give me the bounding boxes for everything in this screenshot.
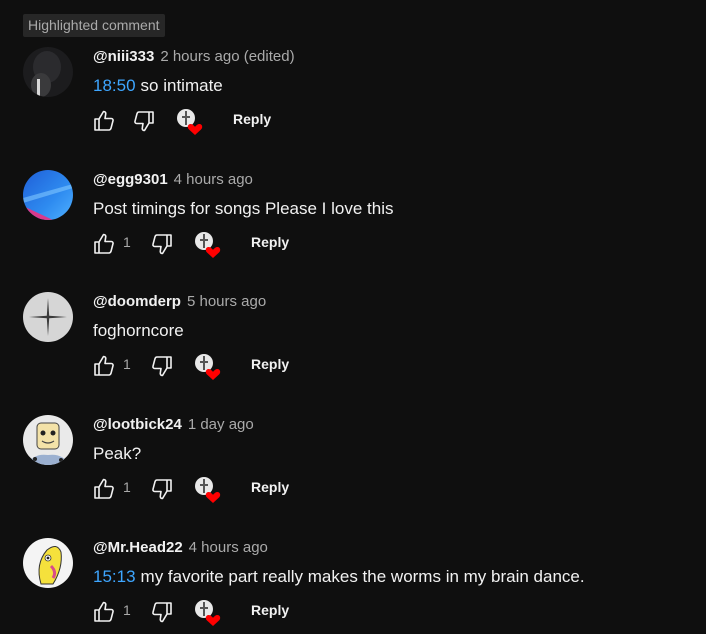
comment-item: @doomderp 5 hours ago foghorncore 1 Reply — [0, 292, 706, 414]
highlighted-comment-badge: Highlighted comment — [23, 14, 165, 37]
comment-header: @niii333 2 hours ago (edited) — [93, 48, 295, 65]
avatar[interactable] — [23, 415, 73, 465]
comment-header: @egg9301 4 hours ago — [93, 171, 253, 188]
like-button[interactable] — [90, 107, 118, 135]
creator-heart-badge — [192, 351, 224, 383]
like-button[interactable] — [90, 598, 118, 626]
creator-heart-icon — [195, 354, 221, 380]
comment-text: 15:13 my favorite part really makes the w… — [93, 567, 585, 587]
creator-heart-icon — [177, 109, 203, 135]
video-timestamp-link[interactable]: 18:50 — [93, 76, 136, 95]
video-timestamp-link[interactable]: 15:13 — [93, 567, 136, 586]
comment-item: @Mr.Head22 4 hours ago 15:13 my favorite p… — [0, 538, 706, 634]
thumbs-down-icon — [152, 602, 172, 623]
reply-button[interactable]: Reply — [251, 479, 289, 495]
creator-heart-badge — [192, 229, 224, 261]
comment-time[interactable]: 4 hours ago — [189, 539, 268, 556]
comment-actions: 1 Reply — [90, 475, 350, 503]
dislike-button[interactable] — [148, 230, 176, 258]
comment-text: 18:50 so intimate — [93, 76, 223, 96]
comments-section: Highlighted comment @niii333 2 hours ago … — [0, 0, 706, 634]
comment-body: so intimate — [140, 76, 223, 95]
like-button[interactable] — [90, 230, 118, 258]
comment-actions: 1 Reply — [90, 230, 350, 258]
like-button[interactable] — [90, 475, 118, 503]
dislike-button[interactable] — [148, 475, 176, 503]
creator-heart-icon — [195, 232, 221, 258]
like-count: 1 — [123, 234, 131, 250]
comment-text: Post timings for songs Please I love thi… — [93, 199, 393, 219]
creator-heart-icon — [195, 477, 221, 503]
avatar[interactable] — [23, 292, 73, 342]
reply-button[interactable]: Reply — [251, 602, 289, 618]
reply-button[interactable]: Reply — [251, 356, 289, 372]
author-name[interactable]: @doomderp — [93, 293, 181, 310]
author-name[interactable]: @lootbick24 — [93, 416, 182, 433]
comment-actions: 1 Reply — [90, 598, 350, 626]
creator-heart-badge — [174, 106, 206, 138]
comment-body: my favorite part really makes the worms … — [140, 567, 585, 586]
thumbs-down-icon — [152, 234, 172, 255]
dislike-button[interactable] — [148, 352, 176, 380]
comment-time[interactable]: 2 hours ago (edited) — [160, 48, 294, 65]
comment-body: foghorncore — [93, 321, 184, 340]
dislike-button[interactable] — [148, 598, 176, 626]
author-name[interactable]: @niii333 — [93, 48, 154, 65]
thumbs-up-icon — [94, 478, 114, 499]
like-count: 1 — [123, 479, 131, 495]
comment-actions: Reply — [90, 107, 350, 135]
comment-body: Post timings for songs Please I love thi… — [93, 199, 394, 218]
comment-header: @doomderp 5 hours ago — [93, 293, 266, 310]
comment-item: @niii333 2 hours ago (edited) 18:50 so int… — [0, 47, 706, 169]
thumbs-up-icon — [94, 110, 114, 131]
dislike-button[interactable] — [130, 107, 158, 135]
comment-text: Peak? — [93, 444, 141, 464]
thumbs-down-icon — [152, 479, 172, 500]
comment-body: Peak? — [93, 444, 142, 463]
comment-time[interactable]: 5 hours ago — [187, 293, 266, 310]
comment-actions: 1 Reply — [90, 352, 350, 380]
comment-text: foghorncore — [93, 321, 184, 341]
comment-item: @egg9301 4 hours ago Post timings for son… — [0, 170, 706, 292]
avatar[interactable] — [23, 538, 73, 588]
author-name[interactable]: @Mr.Head22 — [93, 539, 183, 556]
thumbs-up-icon — [94, 601, 114, 622]
avatar[interactable] — [23, 170, 73, 220]
like-count: 1 — [123, 356, 131, 372]
blue-gradient-avatar-icon — [23, 170, 73, 220]
avatar[interactable] — [23, 47, 73, 97]
thumbs-down-icon — [152, 356, 172, 377]
dark-figure-avatar-icon — [23, 47, 73, 97]
yellow-cartoon-avatar-icon — [23, 538, 73, 588]
gray-cross-avatar-icon — [23, 292, 73, 342]
comment-item: @lootbick24 1 day ago Peak? 1 Reply — [0, 415, 706, 537]
thumbs-up-icon — [94, 355, 114, 376]
reply-button[interactable]: Reply — [251, 234, 289, 250]
creator-heart-badge — [192, 474, 224, 506]
like-count: 1 — [123, 602, 131, 618]
comment-time[interactable]: 1 day ago — [188, 416, 254, 433]
reply-button[interactable]: Reply — [233, 111, 271, 127]
cartoon-face-avatar-icon — [23, 415, 73, 465]
thumbs-down-icon — [134, 111, 154, 132]
author-name[interactable]: @egg9301 — [93, 171, 168, 188]
comment-header: @lootbick24 1 day ago — [93, 416, 254, 433]
comment-header: @Mr.Head22 4 hours ago — [93, 539, 268, 556]
creator-heart-badge — [192, 597, 224, 629]
thumbs-up-icon — [94, 233, 114, 254]
like-button[interactable] — [90, 352, 118, 380]
comment-time[interactable]: 4 hours ago — [174, 171, 253, 188]
creator-heart-icon — [195, 600, 221, 626]
